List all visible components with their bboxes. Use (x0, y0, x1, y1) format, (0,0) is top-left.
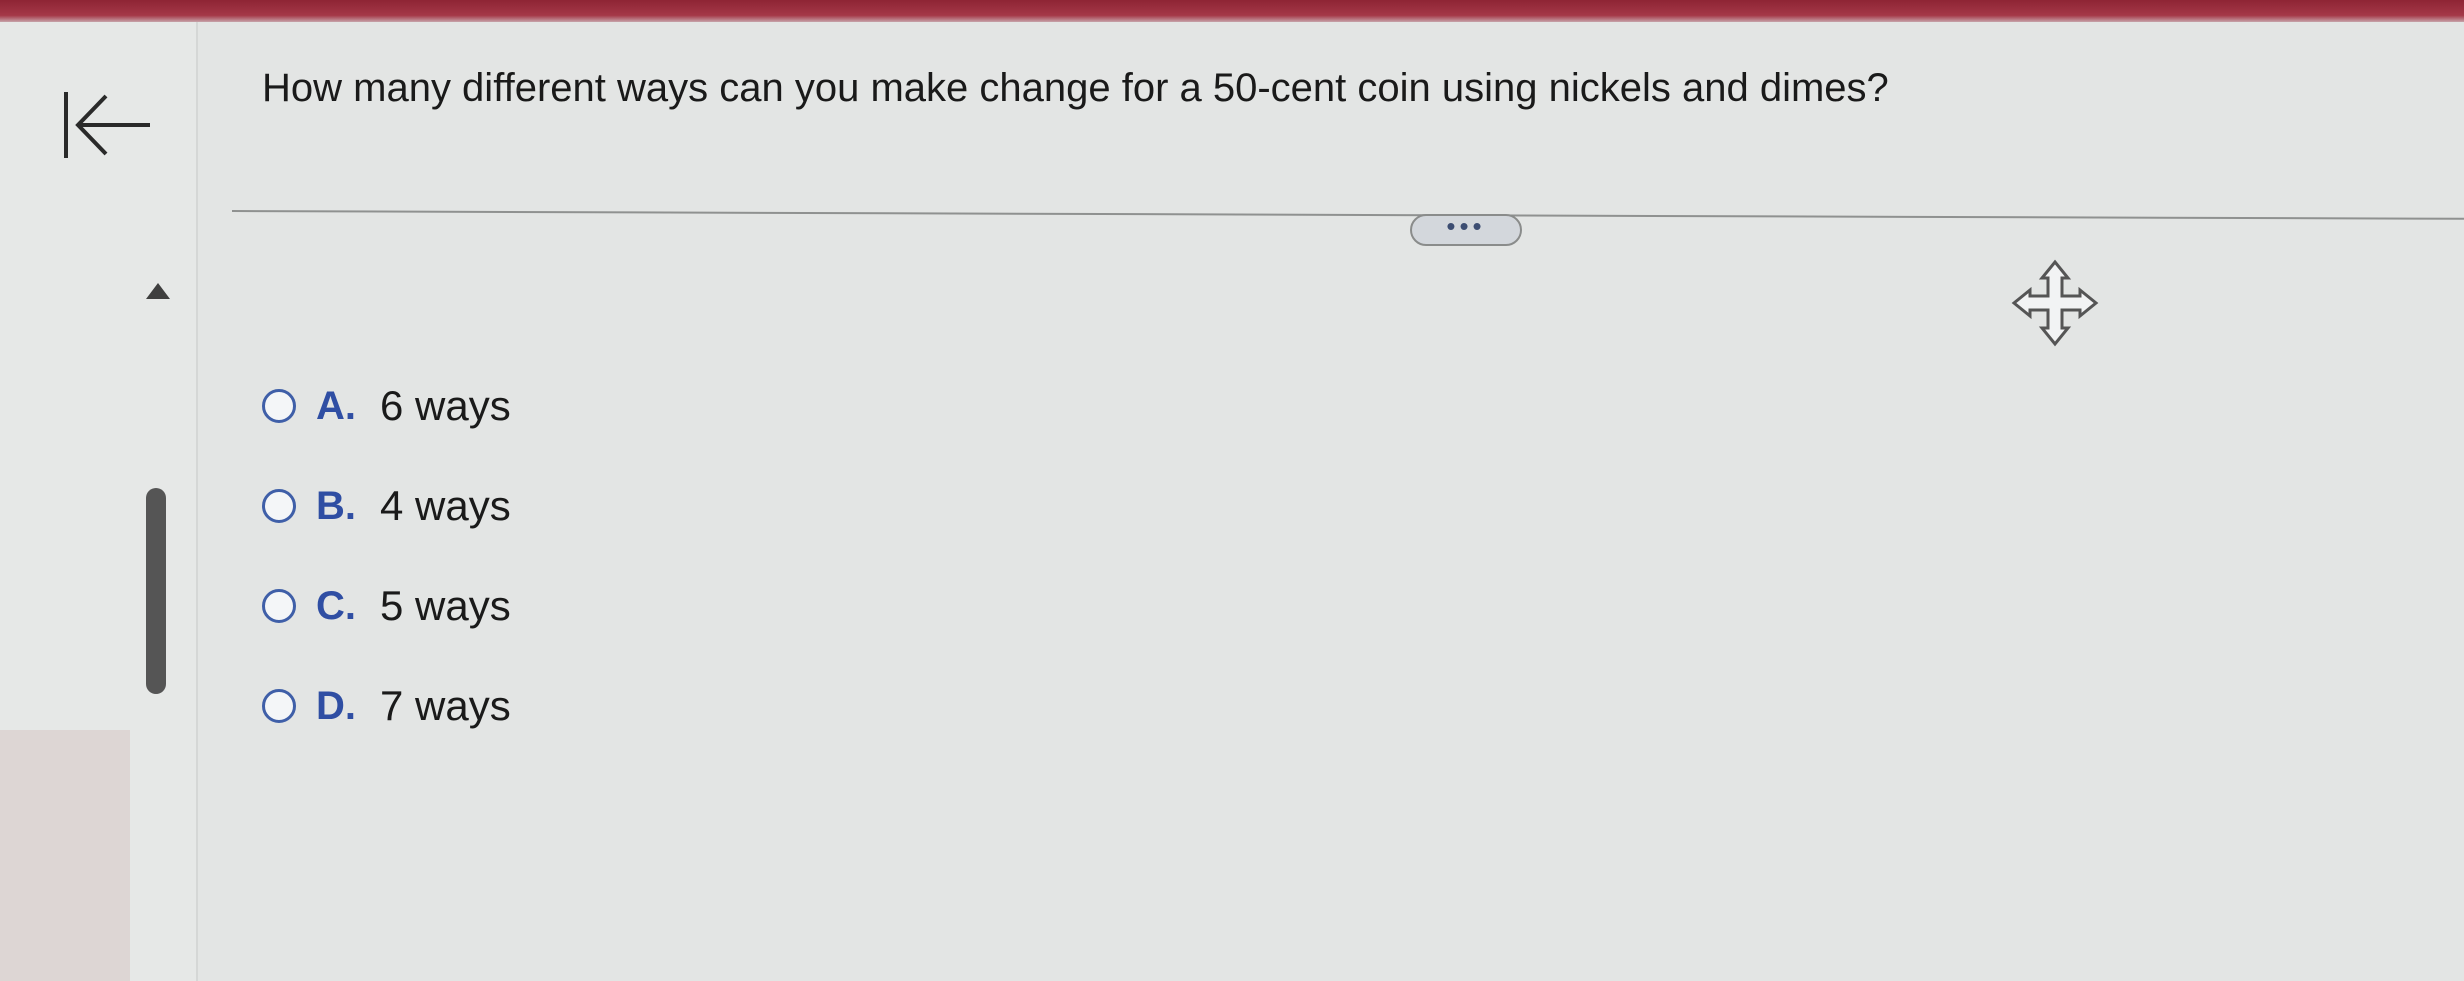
collapse-left-arrow-icon (64, 92, 150, 158)
radio-button-d[interactable] (262, 689, 296, 723)
option-c[interactable]: C. 5 ways (262, 556, 511, 656)
answer-options-list: A. 6 ways B. 4 ways C. 5 ways D. 7 ways (262, 356, 511, 756)
radio-button-a[interactable] (262, 389, 296, 423)
option-text: 4 ways (380, 482, 511, 529)
radio-button-b[interactable] (262, 489, 296, 523)
option-letter: D. (316, 683, 356, 728)
option-text: 6 ways (380, 382, 511, 429)
option-letter: C. (316, 583, 356, 628)
option-text: 5 ways (380, 582, 511, 629)
option-letter: B. (316, 483, 356, 528)
option-text: 7 ways (380, 682, 511, 729)
question-panel (198, 22, 2464, 981)
collapse-panel-button[interactable] (56, 88, 156, 168)
option-d[interactable]: D. 7 ways (262, 656, 511, 756)
move-arrows-icon[interactable] (2010, 258, 2100, 348)
top-header-band (0, 0, 2464, 22)
option-a[interactable]: A. 6 ways (262, 356, 511, 456)
radio-button-c[interactable] (262, 589, 296, 623)
option-b[interactable]: B. 4 ways (262, 456, 511, 556)
scroll-up-arrow-icon[interactable] (146, 283, 170, 299)
question-text: How many different ways can you make cha… (262, 66, 1889, 110)
left-rail-lower-panel (0, 730, 130, 981)
more-options-button[interactable]: ••• (1410, 213, 1522, 246)
option-letter: A. (316, 383, 356, 428)
scrollbar-thumb[interactable] (146, 488, 166, 694)
